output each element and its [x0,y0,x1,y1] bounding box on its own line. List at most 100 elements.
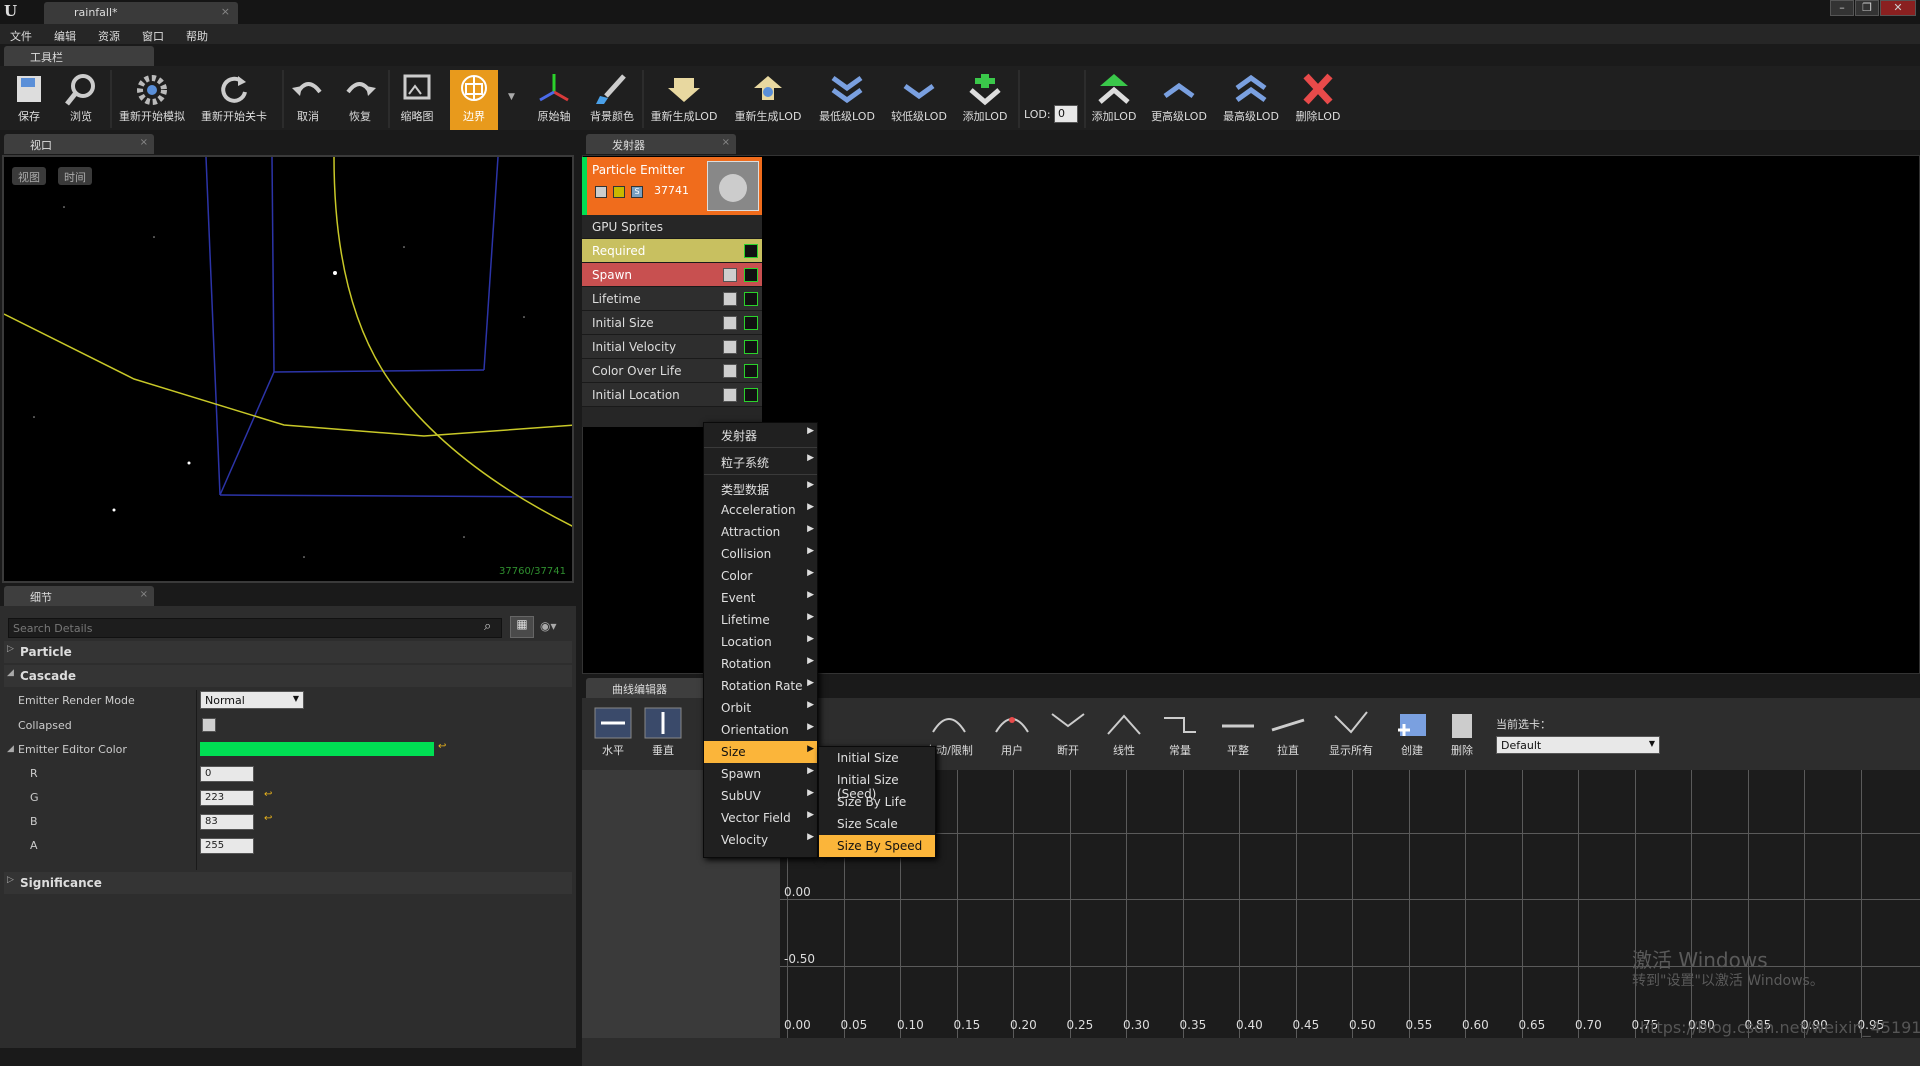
curve-icon[interactable] [744,316,758,330]
eye-icon[interactable]: ◉▾ [540,619,557,633]
module-color-over-life[interactable]: Color Over Life [582,359,762,383]
restart-level-button[interactable]: 重新开始关卡 [196,70,272,130]
show-all-button[interactable]: 显示所有 [1322,704,1380,764]
lowest-lod-button[interactable]: 最低级LOD [814,70,880,130]
menu-item-event[interactable]: Event ▶ [704,587,817,609]
menu-item-orbit[interactable]: Orbit ▶ [704,697,817,719]
emitters-tab[interactable]: 发射器 × [586,134,736,154]
curve-icon[interactable] [744,364,758,378]
submenu-item-size-by-life[interactable]: Size By Life [819,791,935,813]
menu-item-collision[interactable]: Collision ▶ [704,543,817,565]
bounds-dropdown-icon[interactable]: ▼ [508,92,515,102]
emitter-enable-checkbox[interactable] [595,186,607,198]
toolbar-tab[interactable]: 工具栏 [4,46,154,66]
channel-r-input[interactable]: 0 [200,766,254,782]
thumbnail-button[interactable]: 缩略图 [392,70,442,130]
origin-axis-button[interactable]: 原始轴 [530,70,578,130]
module-initial-velocity[interactable]: Initial Velocity [582,335,762,359]
lod-spinner[interactable]: 0 [1054,105,1078,123]
curve-icon[interactable] [744,292,758,306]
module-checkbox[interactable] [723,388,737,402]
module-lifetime[interactable]: Lifetime [582,287,762,311]
emitter-header[interactable]: Particle Emitter S 37741 [582,157,762,215]
current-tab-select[interactable]: Default ▼ [1496,736,1660,754]
module-checkbox[interactable] [723,364,737,378]
reset-to-default-icon[interactable]: ↩ [438,741,446,752]
close-tab-icon[interactable]: × [221,5,230,18]
menu-item-vector-field[interactable]: Vector Field ▶ [704,807,817,829]
module-required[interactable]: Required [582,239,762,263]
curve-icon[interactable] [744,388,758,402]
fit-vertical-button[interactable]: 垂直 [640,704,686,764]
delete-lod-button[interactable]: 删除LOD [1290,70,1346,130]
category-particle[interactable]: Particle [4,641,572,663]
menu-item-subuv[interactable]: SubUV ▶ [704,785,817,807]
menu-window[interactable]: 窗口 [142,28,164,44]
curve-graph[interactable] [780,770,1920,1038]
module-spawn[interactable]: Spawn [582,263,762,287]
channel-a-input[interactable]: 255 [200,838,254,854]
add-lod-button-2[interactable]: 添加LOD [1088,70,1140,130]
menu-edit[interactable]: 编辑 [54,28,76,44]
details-tab[interactable]: 细节 × [4,586,154,606]
category-cascade[interactable]: Cascade [4,665,572,687]
close-tab-icon[interactable]: × [722,137,730,148]
user-tangent-button[interactable]: 用户 [990,704,1034,764]
menu-item-orientation[interactable]: Orientation ▶ [704,719,817,741]
emitter-solo-icon[interactable] [613,186,625,198]
restore-button[interactable]: ❐ [1855,0,1879,16]
viewport-tab[interactable]: 视口 × [4,134,154,154]
submenu-item-size-by-speed[interactable]: Size By Speed [819,835,935,857]
submenu-item-size-scale[interactable]: Size Scale [819,813,935,835]
emitter-render-mode-select[interactable]: Normal ▼ [200,691,304,709]
view-options-button[interactable]: ▦ [510,616,534,638]
close-tab-icon[interactable]: × [140,589,148,600]
search-details-input[interactable]: Search Details [8,618,502,638]
module-checkbox[interactable] [723,292,737,306]
menu-item-emitter[interactable]: 发射器 ▶ [704,423,817,445]
higher-lod-button[interactable]: 更高级LOD [1146,70,1212,130]
menu-asset[interactable]: 资源 [98,28,120,44]
curve-icon[interactable] [744,340,758,354]
collapsed-checkbox[interactable] [202,718,216,732]
emitter-s-icon[interactable]: S [631,186,643,198]
menu-help[interactable]: 帮助 [186,28,208,44]
reset-to-default-icon[interactable]: ↩ [264,813,272,824]
browse-button[interactable]: 浏览 [56,70,106,130]
menu-item-particle-system[interactable]: 粒子系统 ▶ [704,450,817,472]
straighten-button[interactable]: 拉直 [1266,704,1310,764]
submenu-item-initial-size[interactable]: Initial Size [819,747,935,769]
emitter-type[interactable]: GPU Sprites [582,215,762,239]
menu-item-lifetime[interactable]: Lifetime ▶ [704,609,817,631]
curve-icon[interactable] [744,244,758,258]
background-color-button[interactable]: 背景颜色 [586,70,638,130]
menu-item-spawn[interactable]: Spawn ▶ [704,763,817,785]
constant-button[interactable]: 常量 [1158,704,1202,764]
fit-horizontal-button[interactable]: 水平 [590,704,636,764]
curve-icon[interactable] [744,268,758,282]
module-initial-size[interactable]: Initial Size [582,311,762,335]
add-lod-button-1[interactable]: 添加LOD [958,70,1012,130]
module-initial-location[interactable]: Initial Location [582,383,762,407]
reset-to-default-icon[interactable]: ↩ [264,789,272,800]
save-button[interactable]: 保存 [4,70,54,130]
menu-item-attraction[interactable]: Attraction ▶ [704,521,817,543]
menu-item-color[interactable]: Color ▶ [704,565,817,587]
delete-tab-button[interactable]: 删除 [1440,704,1484,764]
flatten-button[interactable]: 平整 [1216,704,1260,764]
minimize-button[interactable]: – [1830,0,1854,16]
regen-lod-button-2[interactable]: 重新生成LOD [728,70,808,130]
lower-lod-button[interactable]: 较低级LOD [886,70,952,130]
regen-lod-button-1[interactable]: 重新生成LOD [648,70,720,130]
menu-item-type-data[interactable]: 类型数据 ▶ [704,477,817,499]
module-checkbox[interactable] [723,268,737,282]
undo-button[interactable]: 取消 [286,70,330,130]
emitter-column[interactable]: Particle Emitter S 37741 GPU Sprites Req… [582,157,762,427]
emitter-editor-color-swatch[interactable] [200,742,434,756]
redo-button[interactable]: 恢复 [338,70,382,130]
viewport[interactable]: 视图 时间 37760/37741 [2,155,574,583]
close-tab-icon[interactable]: × [140,137,148,148]
menu-item-rotation-rate[interactable]: Rotation Rate ▶ [704,675,817,697]
view-button[interactable]: 视图 [12,167,46,185]
break-tangent-button[interactable]: 断开 [1046,704,1090,764]
